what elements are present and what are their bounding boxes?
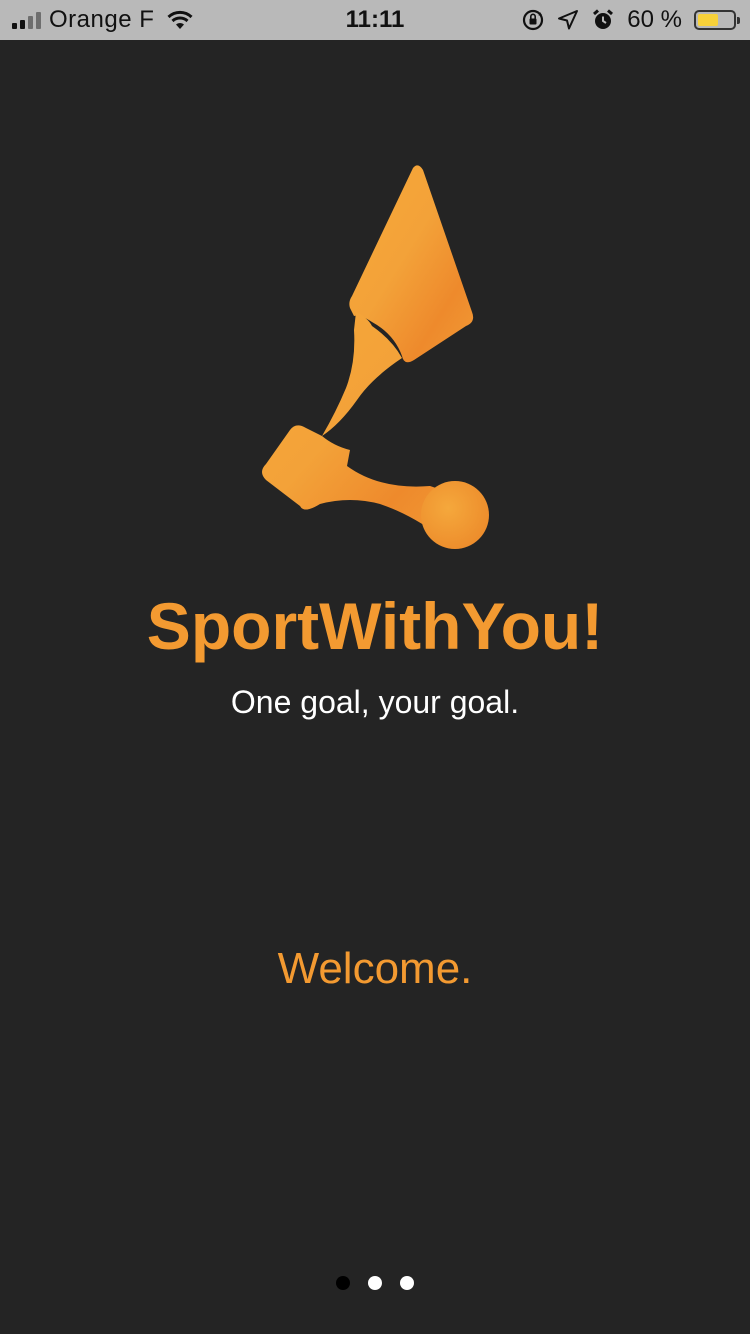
page-dot[interactable]	[336, 1276, 350, 1290]
location-arrow-icon	[558, 10, 579, 30]
orientation-lock-icon	[523, 9, 544, 31]
battery-icon	[694, 10, 740, 30]
app-tagline: One goal, your goal.	[230, 684, 520, 720]
page-indicator[interactable]	[0, 1276, 750, 1290]
battery-percent: 60 %	[627, 6, 682, 33]
status-right: 60 %	[521, 6, 740, 34]
page-dot[interactable]	[368, 1276, 382, 1290]
sportwithyou-logo	[262, 165, 489, 549]
welcome-screen: Orange F 11:11 60 % SportWithYou! One go…	[0, 0, 750, 1334]
status-bar: Orange F 11:11 60 %	[0, 0, 750, 40]
welcome-text: Welcome.	[277, 944, 473, 993]
alarm-icon	[593, 9, 614, 29]
app-title: SportWithYou!	[146, 589, 604, 663]
page-dot[interactable]	[400, 1276, 414, 1290]
battery-fill	[698, 14, 718, 26]
